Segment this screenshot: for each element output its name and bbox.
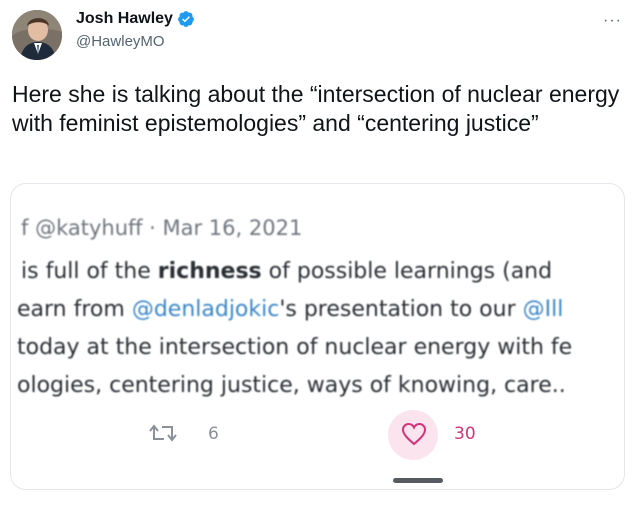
verified-badge-icon [178, 11, 194, 27]
screenshot-actions: 6 30 [11, 184, 624, 489]
tweet-text: Here she is talking about the “intersect… [12, 81, 620, 136]
retweet-icon [149, 424, 177, 442]
more-options-icon[interactable]: ··· [603, 12, 622, 30]
heart-icon [401, 422, 427, 446]
tweet: Josh Hawley @HawleyMO ··· Here she is ta… [0, 0, 640, 506]
like-count: 30 [454, 424, 476, 444]
author-name-text: Josh Hawley [76, 10, 173, 27]
quoted-screenshot[interactable]: f @katyhuff · Mar 16, 2021 is full of th… [10, 183, 625, 490]
retweet-count: 6 [208, 424, 219, 444]
home-indicator-bar [393, 478, 443, 483]
avatar[interactable] [12, 10, 62, 60]
avatar-image [12, 10, 62, 60]
author-name[interactable]: Josh Hawley [76, 10, 195, 28]
author-handle[interactable]: @HawleyMO [76, 33, 165, 50]
